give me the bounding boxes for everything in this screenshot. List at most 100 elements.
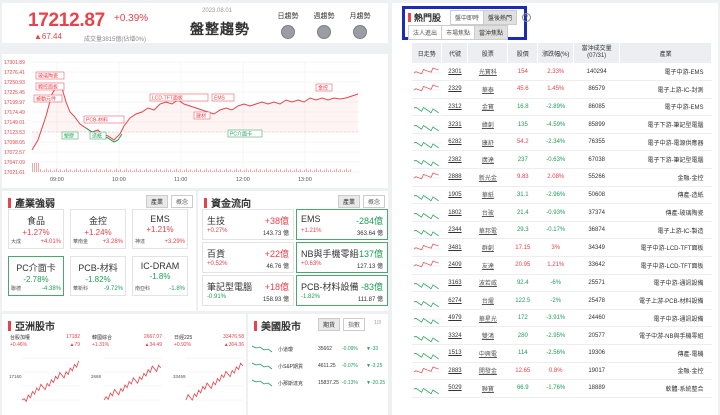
- volume-bar: [146, 168, 147, 172]
- fund-flow-card[interactable]: 生技 +38億 +0.27% 143.73 億: [202, 209, 294, 240]
- row-stock-name[interactable]: 華邦電: [467, 221, 508, 240]
- asia-mini-chart[interactable]: 台股加權 17182 +0.46% ▲79 17160: [8, 332, 82, 412]
- row-stock-name[interactable]: 波若威: [467, 274, 508, 293]
- table-row[interactable]: 2301 光寶科 154 2.33% 140294 電子中游-EMS: [412, 63, 712, 82]
- us-index-pct: -0.13%: [342, 380, 358, 386]
- fund-flow-card[interactable]: EMS -284億 +1.21% 363.64 億: [296, 209, 388, 240]
- row-stock-name[interactable]: 雙鴻: [467, 326, 508, 345]
- table-row[interactable]: 4979 華星光 172 -3.91% 24460 電子中游-通訊設備: [412, 309, 712, 328]
- sector-card[interactable]: IC-DRAM -1.8% 南亞科 -1.8%: [132, 256, 188, 296]
- row-stock-name[interactable]: 金寶: [467, 98, 508, 117]
- row-pct: 3%: [537, 238, 574, 258]
- daily-trend-button[interactable]: 日趨勢: [270, 11, 306, 39]
- row-stock-name[interactable]: 緯創: [467, 115, 508, 134]
- weekly-trend-button[interactable]: 週趨勢: [306, 11, 342, 39]
- us-index-row[interactable]: 小S&P期貨 4611.25 -0.07% ▼-3.25: [250, 360, 390, 374]
- table-row[interactable]: 2329 華泰 45.6 1.45% 86579 電子上游-IC-封測: [412, 80, 712, 99]
- row-stock-name[interactable]: 廣達: [467, 150, 508, 170]
- tab-flow-industry[interactable]: 產業: [338, 195, 361, 208]
- row-code[interactable]: 1513: [441, 344, 468, 363]
- tab-concept[interactable]: 概念: [171, 195, 194, 208]
- row-stock-name[interactable]: 群創: [467, 238, 508, 258]
- table-row[interactable]: 2382 廣達 237 -0.63% 67038 電子下游-筆記型電腦: [412, 150, 712, 170]
- table-row[interactable]: 5029 聯寶 66.9 -1.76% 18889 軟體-系統整合: [412, 379, 712, 398]
- row-stock-name[interactable]: 華星光: [467, 309, 508, 328]
- table-row[interactable]: 2344 華邦電 29.3 -0.17% 36874 電子上游-IC-製造: [412, 221, 712, 240]
- col-daytrade-volume[interactable]: 當沖成交量 (07/31): [573, 43, 621, 63]
- col-code[interactable]: 代號: [441, 43, 469, 63]
- row-stock-name[interactable]: 台燿: [467, 291, 508, 310]
- monthly-trend-button[interactable]: 月趨勢: [342, 11, 378, 39]
- row-code[interactable]: 3481: [441, 238, 468, 258]
- row-stock-name[interactable]: 光寶科: [467, 63, 508, 82]
- asia-mini-chart[interactable]: 日經225 33476.58 +0.92% ▲304.36 33469: [172, 332, 246, 412]
- row-code[interactable]: 4979: [441, 309, 468, 328]
- fund-flow-card[interactable]: 筆記型電腦 +18億 -0.91% 158.93 億: [202, 275, 294, 306]
- row-code[interactable]: 5029: [441, 379, 468, 398]
- row-code[interactable]: 2301: [441, 63, 468, 82]
- row-stock-name[interactable]: 開發金: [467, 362, 508, 381]
- row-stock-name[interactable]: 新光金: [467, 168, 508, 187]
- row-stock-name[interactable]: 友達: [467, 256, 508, 275]
- row-code[interactable]: 3324: [441, 326, 468, 345]
- col-price[interactable]: 股價: [507, 43, 539, 63]
- table-row[interactable]: 3163 波若威 92.4 -6% 25571 電子中游-通訊設備: [412, 274, 712, 293]
- us-page-indicator[interactable]: 1/3: [374, 320, 381, 326]
- help-icon[interactable]: ?: [522, 13, 531, 22]
- row-code[interactable]: 2883: [441, 362, 468, 381]
- tab-after-hours[interactable]: 盤後熱門: [483, 10, 518, 25]
- row-stock-name[interactable]: 聯寶: [467, 379, 508, 398]
- row-code[interactable]: 2344: [441, 221, 468, 240]
- us-index-row[interactable]: 小那斯達克 15837.25 -0.13% ▼-20.25: [250, 377, 390, 391]
- table-row[interactable]: 2888 新光金 9.83 2.08% 55266 金融-金控: [412, 168, 712, 187]
- row-code[interactable]: 6274: [441, 291, 468, 310]
- row-code[interactable]: 2312: [441, 98, 468, 117]
- row-code[interactable]: 2382: [441, 150, 468, 170]
- fund-flow-card[interactable]: NB與手機零組 -137億 +0.63% 127.13 億: [296, 242, 388, 273]
- volume-bar: [168, 170, 169, 172]
- tab-flow-concept[interactable]: 概念: [363, 195, 386, 208]
- row-code[interactable]: 1905: [441, 186, 468, 205]
- tab-intraday[interactable]: 盤中即時: [450, 10, 485, 25]
- table-row[interactable]: 3481 群創 17.15 3% 34349 電子中游-LCD-TFT面板: [412, 238, 712, 258]
- row-code[interactable]: 3163: [441, 274, 468, 293]
- row-stock-name[interactable]: 華紙: [467, 186, 508, 205]
- tab-market-focus[interactable]: 市場焦點: [441, 25, 476, 40]
- table-row[interactable]: 6274 台燿 122.5 -2% 25478 電子上游-PCB-材料設備: [412, 291, 712, 310]
- row-code[interactable]: 2329: [441, 80, 468, 99]
- table-row[interactable]: 1802 台玻 21.4 -0.93% 37374 傳產-玻璃陶瓷: [412, 203, 712, 222]
- table-row[interactable]: 2883 開發金 12.65 0.8% 19017 金融-金控: [412, 362, 712, 381]
- table-row[interactable]: 1905 華紙 31.1 -2.96% 50608 傳產-造紙: [412, 186, 712, 205]
- volume-bar: [34, 163, 35, 172]
- row-stock-name[interactable]: 康舒: [467, 133, 508, 152]
- sector-card[interactable]: PC介面卡 -2.78% 聯德 -4.38%: [8, 256, 64, 296]
- asia-mini-chart[interactable]: 韓國綜合 2667.07 +1.31% ▲34.49 2668: [90, 332, 164, 412]
- table-row[interactable]: 1513 中興電 114 -2.56% 19306 傳產-電機: [412, 344, 712, 363]
- row-code[interactable]: 2888: [441, 168, 468, 187]
- sector-card[interactable]: 金控 +1.24% 華南金 +3.28%: [70, 209, 126, 249]
- tab-institutional[interactable]: 法人進出: [408, 25, 443, 40]
- tab-index[interactable]: 指數: [343, 318, 366, 331]
- sector-card[interactable]: EMS +1.21% 神達 +3.29%: [132, 209, 188, 249]
- sector-card[interactable]: 食品 +1.27% 大成 +4.01%: [8, 209, 64, 249]
- col-pct[interactable]: 漲跌幅(%): [537, 43, 575, 63]
- row-code[interactable]: 3231: [441, 115, 468, 134]
- row-code[interactable]: 6282: [441, 133, 468, 152]
- row-stock-name[interactable]: 台玻: [467, 203, 508, 222]
- tab-futures[interactable]: 期貨: [318, 318, 341, 331]
- row-code[interactable]: 1802: [441, 203, 468, 222]
- table-row[interactable]: 3231 緯創 135 -4.59% 85899 電子下游-筆記型電腦: [412, 115, 712, 134]
- table-row[interactable]: 2409 友達 20.95 1.21% 33642 電子中游-LCD-TFT面板: [412, 256, 712, 275]
- tab-daytrade-focus[interactable]: 當沖焦點: [474, 25, 509, 40]
- row-code[interactable]: 2409: [441, 256, 468, 275]
- us-index-row[interactable]: 小道瓊 35662 -0.09% ▼-33: [250, 343, 390, 357]
- tab-industry[interactable]: 產業: [146, 195, 169, 208]
- fund-flow-card[interactable]: PCB-材料設備 -83億 -1.82% 111.87 億: [296, 275, 388, 306]
- table-row[interactable]: 6282 康舒 54.2 -2.34% 76355 電子中游-電源供應器: [412, 133, 712, 152]
- row-stock-name[interactable]: 華泰: [467, 80, 508, 99]
- table-row[interactable]: 2312 金寶 16.8 -2.89% 86085 電子中游-EMS: [412, 98, 712, 117]
- row-stock-name[interactable]: 中興電: [467, 344, 508, 363]
- table-row[interactable]: 3324 雙鴻 280 -2.95% 20577 電子中游-NB與手機零組: [412, 326, 712, 345]
- fund-flow-card[interactable]: 百貨 +22億 +0.52% 46.76 億: [202, 242, 294, 273]
- sector-card[interactable]: PCB-材料 -1.82% 華新科 -9.72%: [70, 256, 126, 296]
